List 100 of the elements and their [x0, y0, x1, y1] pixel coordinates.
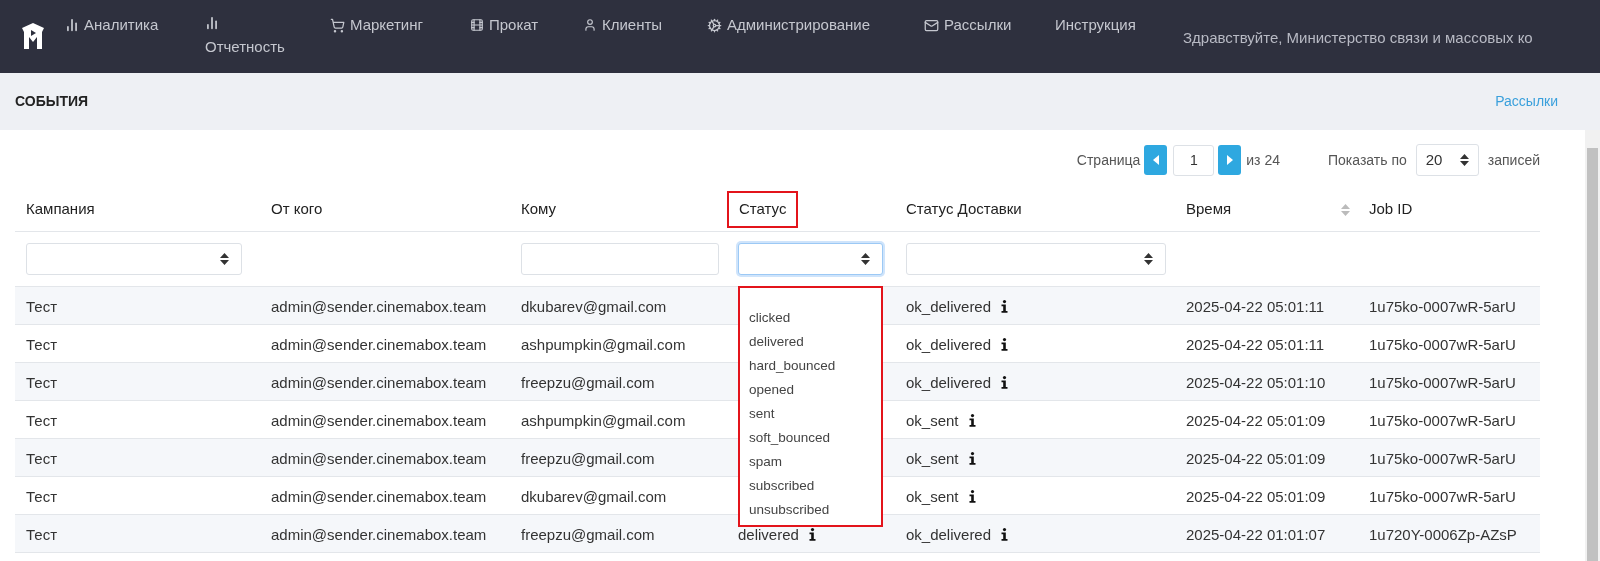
table-cell-text: admin@sender.cinemabox.team: [271, 334, 487, 355]
updown-arrows-icon: [1341, 203, 1350, 216]
user-icon: [583, 18, 597, 33]
table-cell-text: freepzu@gmail.com: [521, 524, 655, 545]
page-count: из 24: [1246, 150, 1280, 170]
header-cell[interactable]: Время: [1175, 188, 1358, 232]
table-cell-text: 2025-04-22 05:01:11: [1186, 296, 1325, 317]
info-icon[interactable]: [1001, 376, 1009, 390]
table-cell-text: admin@sender.cinemabox.team: [271, 448, 487, 469]
dropdown-option[interactable]: clicked: [749, 306, 881, 330]
table-cell-text: 1u75ko-0007wR-5arU: [1369, 334, 1516, 355]
cart-icon: [330, 17, 345, 33]
dropdown-option[interactable]: hard_bounced: [749, 354, 881, 378]
table-cell-text: freepzu@gmail.com: [521, 372, 655, 393]
column-header: Статус: [727, 191, 799, 228]
table-cell-text: 1u75ko-0007wR-5arU: [1369, 410, 1516, 431]
bar-chart-icon: [205, 16, 219, 30]
table-cell-text: admin@sender.cinemabox.team: [271, 410, 487, 431]
table-cell-text: 1u75ko-0007wR-5arU: [1369, 448, 1516, 469]
page-field[interactable]: 1: [1173, 144, 1215, 176]
info-icon[interactable]: [968, 452, 976, 466]
table-cell-text: dkubarev@gmail.com: [521, 486, 667, 507]
column-header: Статус Доставки: [906, 199, 1022, 220]
column-header: Job ID: [1369, 199, 1413, 220]
info-icon[interactable]: [1001, 528, 1009, 542]
updown-arrows-icon: [220, 253, 229, 265]
info-icon[interactable]: [968, 490, 976, 504]
table-cell-text: admin@sender.cinemabox.team: [271, 486, 487, 507]
dropdown-option[interactable]: spam: [749, 450, 881, 474]
page-size-label: Показать по: [1328, 150, 1407, 170]
table-cell-text: ok_sent: [906, 486, 959, 507]
nav-link[interactable]: Аналитика: [65, 14, 159, 37]
table-cell-text: admin@sender.cinemabox.team: [271, 296, 487, 317]
table-cell-text: 2025-04-22 05:01:11: [1186, 334, 1325, 355]
table-cell-text: ok_sent: [906, 410, 959, 431]
nav-link[interactable]: Отчетность: [205, 16, 305, 59]
nav-link[interactable]: Прокат: [470, 14, 539, 37]
filter-field[interactable]: [521, 243, 719, 275]
table-cell-text: ok_delivered: [906, 334, 992, 355]
table-cell-text: Тест: [26, 486, 58, 507]
table-cell-text: admin@sender.cinemabox.team: [271, 372, 487, 393]
dropdown-option[interactable]: opened: [749, 378, 881, 402]
table-cell-text: 1u75ko-0007wR-5arU: [1369, 296, 1516, 317]
caret-right-icon: [1226, 155, 1233, 165]
updown-arrows-icon: [861, 253, 870, 265]
nav-link[interactable]: Маркетинг: [330, 14, 423, 37]
table-cell-text: ok_sent: [906, 448, 959, 469]
table-cell-text: 2025-04-22 05:01:09: [1186, 486, 1326, 507]
table-cell-text: 2025-04-22 05:01:10: [1186, 372, 1326, 393]
nav-link[interactable]: Администрирование: [707, 14, 871, 37]
table-cell-text: 1u720Y-0006Zp-AZsP: [1369, 524, 1517, 545]
table-cell-text: 2025-04-22 05:01:09: [1186, 410, 1326, 431]
nav-link[interactable]: Рассылки: [924, 14, 1012, 37]
column-header: Время: [1186, 199, 1232, 220]
table-cell-text: dkubarev@gmail.com: [521, 296, 667, 317]
table-cell-text: ok_delivered: [906, 524, 992, 545]
table-cell-text: delivered: [738, 524, 799, 545]
box-logo-icon[interactable]: [20, 22, 46, 50]
column-header: Кампания: [26, 199, 95, 220]
table-cell-text: 2025-04-22 01:01:07: [1186, 524, 1326, 545]
page-title: СОБЫТИЯ: [15, 92, 89, 111]
nav-link[interactable]: Клиенты: [583, 14, 663, 37]
dropdown-option[interactable]: soft_bounced: [749, 426, 881, 450]
film-icon: [470, 18, 484, 33]
table-cell-text: Тест: [26, 334, 58, 355]
nav-link[interactable]: Инструкция: [1055, 14, 1136, 37]
table-cell-text: Тест: [26, 448, 58, 469]
envelope-icon: [924, 17, 939, 33]
column-header: От кого: [271, 199, 323, 220]
table-cell-text: ashpumpkin@gmail.com: [521, 334, 686, 355]
table-cell-text: 2025-04-22 05:01:09: [1186, 448, 1326, 469]
next-page-button[interactable]: [1218, 145, 1242, 175]
table-cell-text: freepzu@gmail.com: [521, 448, 655, 469]
table-cell-text: admin@sender.cinemabox.team: [271, 524, 487, 545]
prev-page-button[interactable]: [1144, 145, 1168, 175]
info-icon[interactable]: [1001, 300, 1009, 314]
table-cell-text: ok_delivered: [906, 372, 992, 393]
table-cell-text: ashpumpkin@gmail.com: [521, 410, 686, 431]
table-cell-text: Тест: [26, 410, 58, 431]
updown-arrows-icon: [1459, 154, 1469, 166]
column-header: Кому: [521, 199, 557, 220]
info-icon[interactable]: [1001, 338, 1009, 352]
table-cell-text: ok_delivered: [906, 296, 992, 317]
updown-arrows-icon: [1144, 253, 1153, 265]
greeting-text: Здравствуйте, Министерство связи и массовых ко: [1183, 28, 1533, 48]
page-label: Страница: [1076, 150, 1141, 170]
info-icon[interactable]: [808, 528, 816, 542]
table-cell-text: Тест: [26, 524, 58, 545]
dropdown-option[interactable]: delivered: [749, 330, 881, 354]
caret-left-icon: [1152, 155, 1159, 165]
records-label: записей: [1487, 150, 1540, 170]
dropdown-option[interactable]: sent: [749, 402, 881, 426]
table-cell-text: Тест: [26, 296, 58, 317]
table-cell-text: 1u75ko-0007wR-5arU: [1369, 486, 1516, 507]
scrollbar[interactable]: [1585, 130, 1600, 561]
dropdown-option[interactable]: unsubscribed: [749, 498, 881, 522]
info-icon[interactable]: [968, 414, 976, 428]
table-cell-text: 1u75ko-0007wR-5arU: [1369, 372, 1516, 393]
page-size-select[interactable]: 20: [1415, 144, 1479, 176]
dropdown-option[interactable]: subscribed: [749, 474, 881, 498]
